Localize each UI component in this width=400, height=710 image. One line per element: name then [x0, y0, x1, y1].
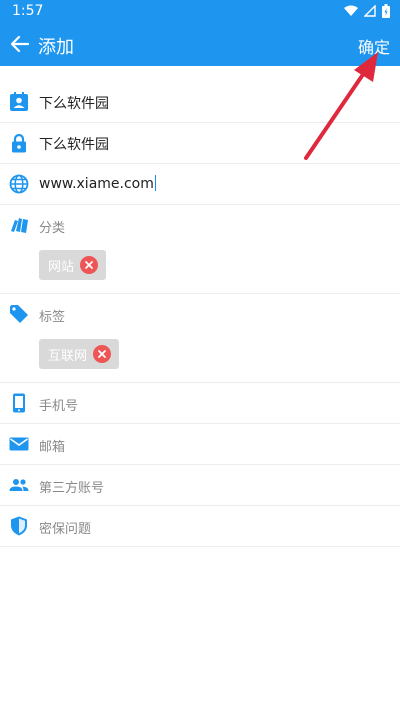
website-row[interactable]: www.xiame.com — [0, 164, 400, 205]
category-chips: 网站 — [0, 246, 400, 294]
website-value: www.xiame.com — [39, 176, 154, 192]
text-cursor — [154, 175, 156, 191]
password-value[interactable]: 下么软件园 — [39, 134, 109, 154]
lock-icon — [12, 133, 26, 153]
battery-icon — [382, 4, 390, 18]
security-question-placeholder: 密保问题 — [39, 522, 92, 537]
chip-label: 网站 — [48, 259, 75, 275]
third-party-placeholder: 第三方账号 — [39, 481, 105, 496]
tags-chips: 互联网 — [0, 335, 400, 383]
password-row[interactable]: 下么软件园 — [0, 123, 400, 164]
close-icon[interactable] — [93, 345, 112, 363]
arrow-left-icon[interactable] — [8, 32, 32, 56]
app-bar: 添加 确定 — [0, 24, 400, 66]
name-value[interactable]: 下么软件园 — [39, 93, 109, 113]
mail-icon — [9, 437, 29, 451]
tags-placeholder: 标签 — [39, 310, 66, 325]
chip-label: 互联网 — [48, 348, 88, 364]
phone-placeholder: 手机号 — [39, 399, 79, 414]
email-row[interactable]: 邮箱 — [0, 424, 400, 465]
signal-icon — [364, 5, 376, 17]
shield-icon — [11, 516, 27, 536]
badge-icon — [10, 92, 28, 111]
wifi-icon — [344, 5, 358, 16]
tag-icon — [10, 305, 28, 323]
tag-chip[interactable]: 互联网 — [39, 339, 120, 369]
third-party-row[interactable]: 第三方账号 — [0, 465, 400, 506]
globe-icon — [9, 174, 29, 194]
category-placeholder: 分类 — [39, 221, 66, 236]
page-title: 添加 — [38, 37, 74, 58]
phone-icon — [13, 393, 25, 413]
category-row[interactable]: 分类 — [0, 205, 400, 246]
email-placeholder: 邮箱 — [39, 440, 66, 455]
status-time: 1:57 — [12, 3, 44, 19]
status-bar: 1:57 — [0, 0, 400, 24]
form: 下么软件园 下么软件园 www.xiame.com 分类 网站 标签 互联网 手… — [0, 66, 400, 547]
security-question-row[interactable]: 密保问题 — [0, 506, 400, 547]
name-row[interactable]: 下么软件园 — [0, 82, 400, 123]
cards-icon — [11, 218, 28, 233]
website-input[interactable]: www.xiame.com — [39, 175, 156, 192]
tags-row[interactable]: 标签 — [0, 294, 400, 335]
people-icon — [9, 479, 29, 491]
phone-row[interactable]: 手机号 — [0, 383, 400, 424]
category-chip[interactable]: 网站 — [39, 250, 107, 280]
confirm-button[interactable]: 确定 — [358, 34, 390, 58]
close-icon[interactable] — [80, 256, 99, 274]
status-icons — [344, 4, 390, 18]
